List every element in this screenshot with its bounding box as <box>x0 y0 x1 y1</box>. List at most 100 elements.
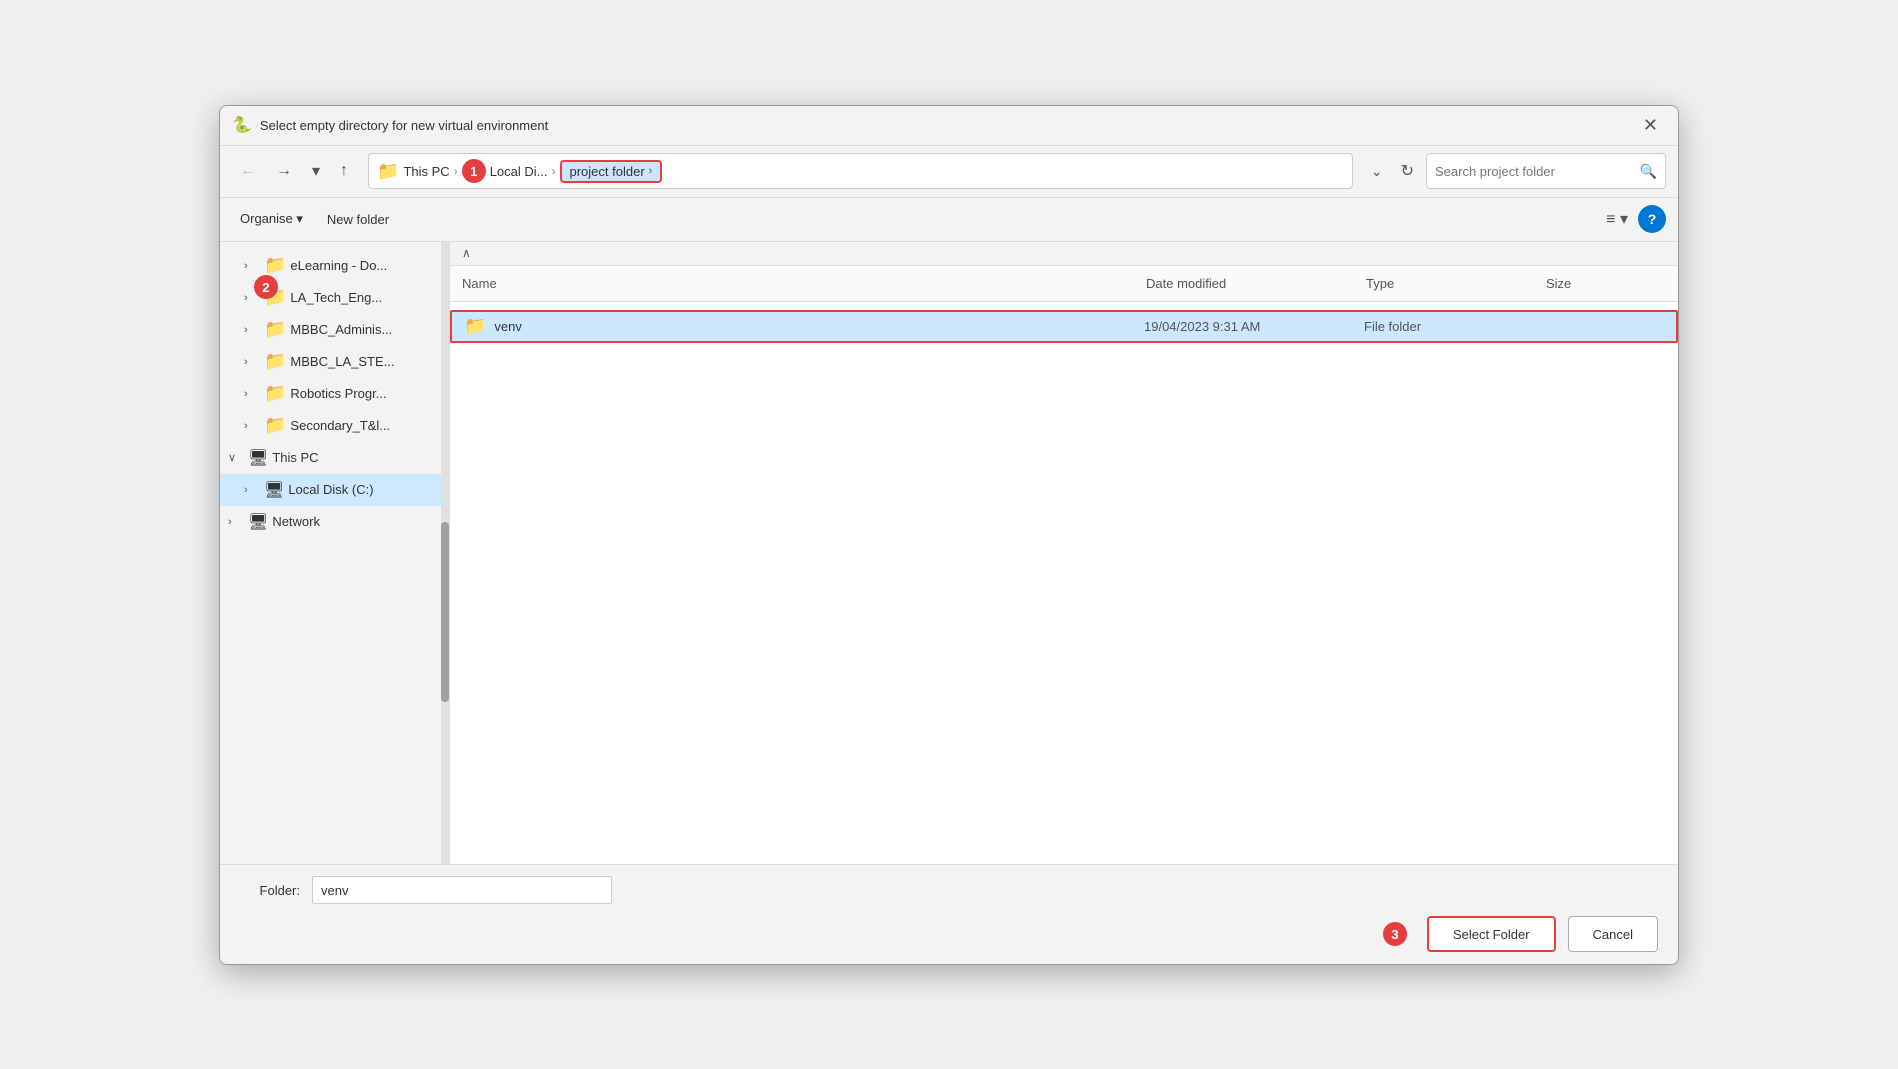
organise-arrow-icon: ▾ <box>296 211 303 226</box>
folder-input[interactable] <box>312 876 612 904</box>
file-list-header: Name Date modified Type Size <box>450 266 1678 302</box>
file-row-venv[interactable]: 📁 venv 19/04/2023 9:31 AM File folder <box>450 310 1678 343</box>
sidebar-label-robotics: Robotics Progr... <box>290 386 386 401</box>
header-size[interactable]: Size <box>1546 272 1666 295</box>
expand-icon-network: › <box>228 516 244 528</box>
folder-icon-elearning: 📁 <box>264 255 286 276</box>
scrollbar-thumb[interactable] <box>441 522 449 702</box>
sidebar-item-robotics[interactable]: › 📁 Robotics Progr... <box>220 378 449 410</box>
organise-label: Organise <box>240 211 293 226</box>
close-button[interactable]: ✕ <box>1635 111 1666 140</box>
breadcrumb-folder-icon: 📁 <box>377 161 399 182</box>
drive-icon-local-disk: 🖥 <box>264 480 284 500</box>
sidebar-item-secondary[interactable]: › 📁 Secondary_T&l... <box>220 410 449 442</box>
cancel-button[interactable]: Cancel <box>1568 916 1658 952</box>
sidebar-item-local-disk[interactable]: › 🖥 Local Disk (C:) <box>220 474 449 506</box>
refresh-button[interactable]: ↻ <box>1393 157 1422 185</box>
sidebar-item-mbbc-la-stem[interactable]: › 📁 MBBC_LA_STE... <box>220 346 449 378</box>
breadcrumb-this-pc[interactable]: This PC <box>403 164 449 179</box>
breadcrumb-current-label: project folder <box>570 164 645 179</box>
titlebar-left: 🐍 Select empty directory for new virtual… <box>232 115 548 135</box>
sidebar-label-secondary: Secondary_T&l... <box>290 418 390 433</box>
sidebar: › 📁 eLearning - Do... › 2 📁 LA_Tech_Eng.… <box>220 242 450 864</box>
dropdown-recent-button[interactable]: ▾ <box>304 155 328 187</box>
header-name[interactable]: Name <box>462 272 1146 295</box>
up-button[interactable]: ↑ <box>332 156 356 186</box>
dialog-title: Select empty directory for new virtual e… <box>260 118 548 133</box>
breadcrumb-sep1: › <box>454 164 458 178</box>
computer-icon-this-pc: 🖥 <box>248 448 268 468</box>
expand-icon-this-pc: ∨ <box>228 451 244 464</box>
breadcrumb-localDisk-wrap: 1 Local Di... <box>462 159 548 183</box>
sidebar-item-la-tech-eng[interactable]: › 2 📁 LA_Tech_Eng... <box>220 282 449 314</box>
breadcrumb-local-disk-label: Local Di... <box>490 164 548 179</box>
folder-label: Folder: <box>240 883 300 898</box>
sort-arrow[interactable]: ∧ <box>462 246 471 260</box>
file-rows: 📁 venv 19/04/2023 9:31 AM File folder <box>450 302 1678 864</box>
breadcrumb-local-disk[interactable]: Local Di... <box>490 164 548 179</box>
search-box: 🔍 <box>1426 153 1666 189</box>
navbar: ← → ▾ ↑ 📁 This PC › 1 Local Di... › proj… <box>220 146 1678 198</box>
file-type-venv: File folder <box>1364 319 1544 334</box>
file-row-name-venv: 📁 venv <box>464 316 1144 337</box>
expand-icon-secondary: › <box>244 420 260 432</box>
folder-icon-mbbc-admin: 📁 <box>264 319 286 340</box>
toolbar: Organise ▾ New folder ≡ ▾ ? <box>220 198 1678 242</box>
titlebar: 🐍 Select empty directory for new virtual… <box>220 106 1678 146</box>
button-row: 3 Select Folder Cancel <box>240 916 1658 952</box>
toolbar-right: ≡ ▾ ? <box>1600 205 1666 233</box>
header-date[interactable]: Date modified <box>1146 272 1366 295</box>
network-icon: 🖥 <box>248 512 268 532</box>
sidebar-label-network: Network <box>272 514 320 529</box>
sidebar-item-elearning[interactable]: › 📁 eLearning - Do... <box>220 250 449 282</box>
help-button[interactable]: ? <box>1638 205 1666 233</box>
breadcrumb-current-arrow: › <box>649 165 653 177</box>
sidebar-item-this-pc[interactable]: ∨ 🖥 This PC <box>220 442 449 474</box>
forward-button[interactable]: → <box>268 156 300 186</box>
dialog: 🐍 Select empty directory for new virtual… <box>219 105 1679 965</box>
step-badge-3: 3 <box>1383 922 1407 946</box>
file-name-venv: venv <box>494 319 521 334</box>
expand-icon-elearning: › <box>244 260 260 272</box>
breadcrumb-sep2: › <box>552 164 556 178</box>
back-button[interactable]: ← <box>232 156 264 186</box>
step-badge-1: 1 <box>462 159 486 183</box>
folder-row: Folder: <box>240 876 1658 904</box>
sidebar-label-local-disk: Local Disk (C:) <box>288 482 373 497</box>
view-button[interactable]: ≡ ▾ <box>1600 205 1634 233</box>
sort-indicator: ∧ <box>450 242 1678 266</box>
search-input[interactable] <box>1435 164 1634 179</box>
expand-icon-robotics: › <box>244 388 260 400</box>
breadcrumb-current-folder[interactable]: project folder › <box>560 160 663 183</box>
sidebar-item-network[interactable]: › 🖥 Network <box>220 506 449 538</box>
file-date-venv: 19/04/2023 9:31 AM <box>1144 319 1364 334</box>
folder-icon-venv: 📁 <box>464 316 486 337</box>
sidebar-label-this-pc: This PC <box>272 450 318 465</box>
select-folder-button[interactable]: Select Folder <box>1427 916 1556 952</box>
expand-icon-local-disk: › <box>244 484 260 496</box>
sidebar-label-la-tech-eng: LA_Tech_Eng... <box>290 290 382 305</box>
view-arrow-icon: ▾ <box>1620 211 1628 228</box>
address-dropdown-button[interactable]: ⌄ <box>1365 159 1389 184</box>
scrollbar-track[interactable] <box>441 242 449 864</box>
folder-icon-mbbc-la-stem: 📁 <box>264 351 286 372</box>
folder-icon-robotics: 📁 <box>264 383 286 404</box>
organise-button[interactable]: Organise ▾ <box>232 207 311 231</box>
sidebar-label-mbbc-admin: MBBC_Adminis... <box>290 322 392 337</box>
expand-icon-mbbc-admin: › <box>244 324 260 336</box>
content-area: › 📁 eLearning - Do... › 2 📁 LA_Tech_Eng.… <box>220 242 1678 864</box>
search-icon: 🔍 <box>1640 163 1657 180</box>
app-icon: 🐍 <box>232 115 252 135</box>
header-type[interactable]: Type <box>1366 272 1546 295</box>
breadcrumb-this-pc-label: This PC <box>403 164 449 179</box>
sidebar-item-mbbc-admin[interactable]: › 📁 MBBC_Adminis... <box>220 314 449 346</box>
folder-icon-secondary: 📁 <box>264 415 286 436</box>
file-list: ∧ Name Date modified Type Size 📁 venv 19… <box>450 242 1678 864</box>
expand-icon-mbbc-la-stem: › <box>244 356 260 368</box>
sidebar-label-elearning: eLearning - Do... <box>290 258 387 273</box>
sidebar-label-mbbc-la-stem: MBBC_LA_STE... <box>290 354 394 369</box>
new-folder-button[interactable]: New folder <box>319 208 397 231</box>
breadcrumb-bar[interactable]: 📁 This PC › 1 Local Di... › project fold… <box>368 153 1353 189</box>
toolbar-left: Organise ▾ New folder <box>232 207 397 231</box>
step-badge-2: 2 <box>254 275 278 299</box>
